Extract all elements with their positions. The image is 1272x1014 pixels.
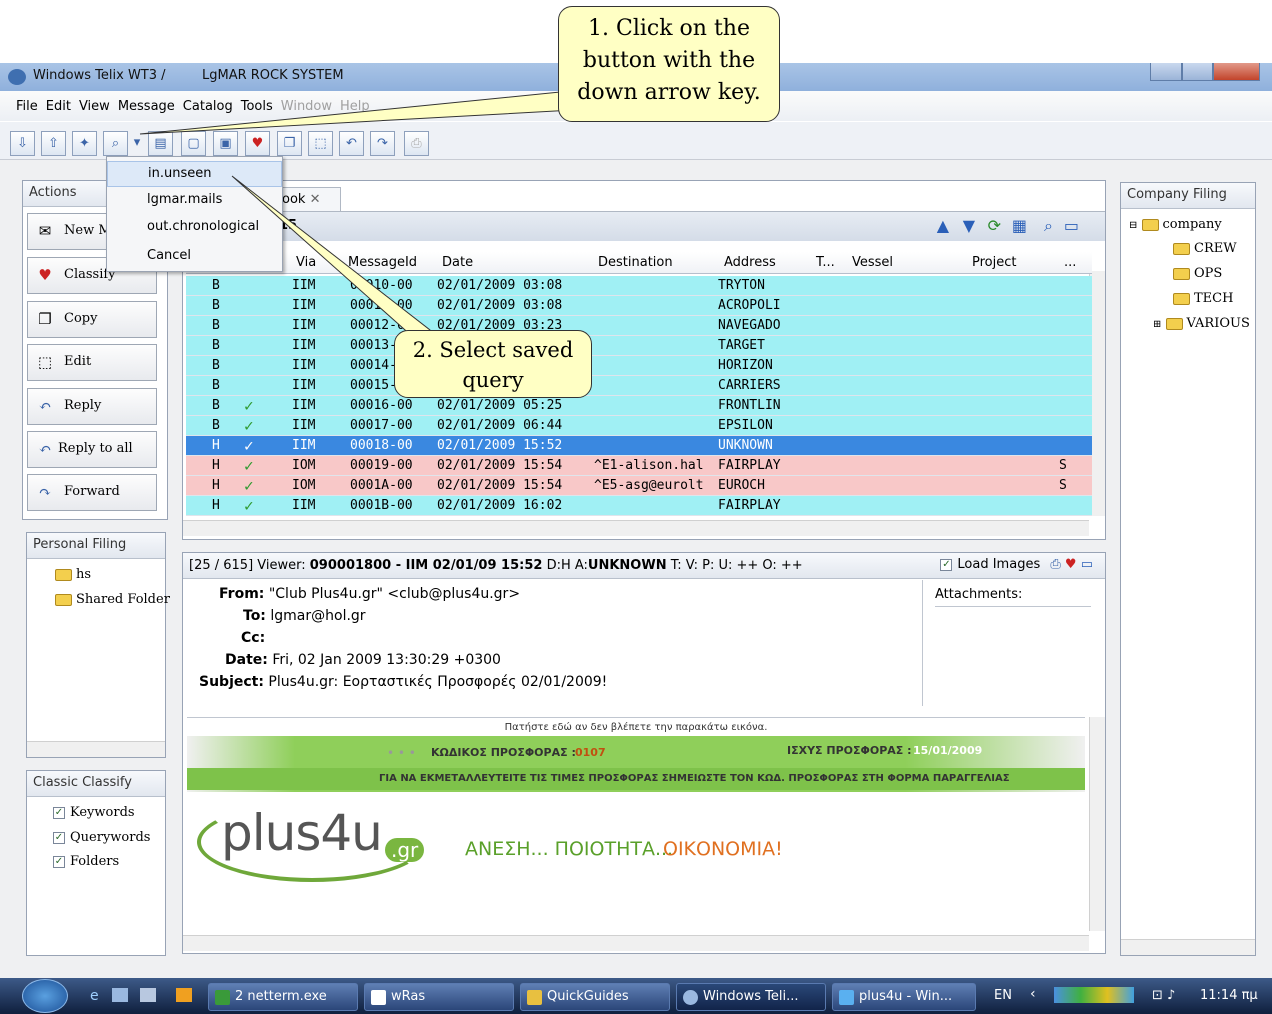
language-indicator[interactable]: EN [994,988,1012,1003]
network-volume-icon[interactable]: ⊡ ♪ [1152,988,1175,1003]
wras-icon [371,990,386,1005]
task-wras[interactable]: wRas [364,983,514,1011]
ie-icon [839,990,854,1005]
ie-quicklaunch-icon[interactable]: e [90,988,99,1004]
clock-app-icon[interactable] [176,988,192,1002]
start-button[interactable] [22,979,68,1013]
task-plus4u[interactable]: plus4u - Win... [832,983,976,1011]
desktop-icon[interactable] [112,988,128,1002]
task-quickguides[interactable]: QuickGuides [520,983,670,1011]
callout1-pointer [139,89,612,135]
callout-step1: 1. Click on the button with the down arr… [558,6,780,122]
clock: 11:14 πμ [1200,988,1258,1003]
tray-icons[interactable] [1054,987,1134,1003]
folder-icon [527,990,542,1005]
telix-icon [683,990,698,1005]
netterm-icon [215,990,230,1005]
callout-pointers [139,89,612,371]
taskbar: e 2 netterm.exe wRas QuickGuides Windows… [0,978,1272,1014]
callout-step2: 2. Select saved query [394,330,592,398]
task-windows-telix[interactable]: Windows Teli... [676,983,826,1011]
task-netterm[interactable]: 2 netterm.exe [208,983,358,1011]
window-switch-icon[interactable] [140,988,156,1002]
tray-expand-icon[interactable]: ‹ [1030,986,1036,1002]
